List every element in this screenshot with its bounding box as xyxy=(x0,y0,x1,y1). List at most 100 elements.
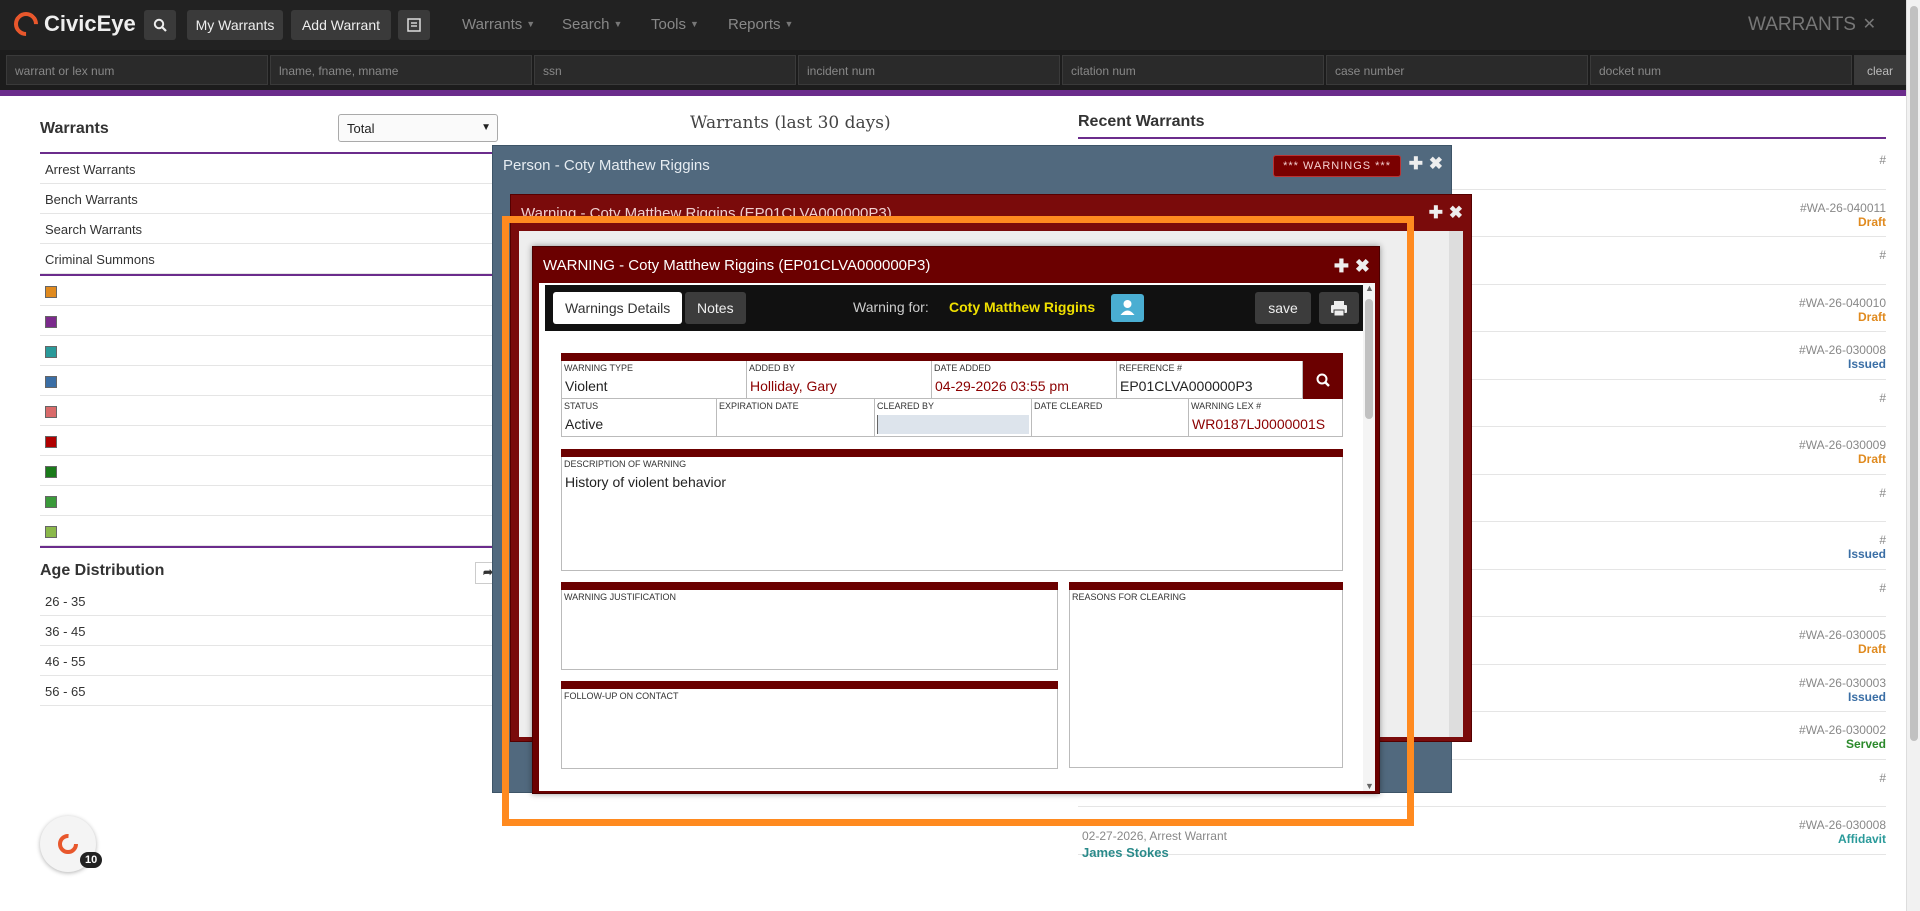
tab-warnings-details[interactable]: Warnings Details xyxy=(553,292,683,324)
recent-warrant-item[interactable]: #WA-26-030005 Draft xyxy=(1799,628,1886,656)
type-row[interactable]: Bench Warrants0 xyxy=(40,184,508,214)
type-row[interactable]: Search Warrants6 xyxy=(40,214,508,244)
warning-type-field[interactable]: WARNING TYPE Violent xyxy=(562,361,747,399)
notification-count-badge: 10 xyxy=(80,852,103,868)
summary-select[interactable]: Total ▼ xyxy=(338,114,498,142)
plus-icon[interactable]: ✚ xyxy=(1334,256,1349,277)
list-button[interactable] xyxy=(398,10,430,40)
cleared-by-input[interactable] xyxy=(877,415,1029,434)
recent-warrant-item[interactable]: # xyxy=(1879,486,1886,500)
type-row[interactable]: Arrest Warrants15 xyxy=(40,154,508,184)
my-warrants-button[interactable]: My Warrants xyxy=(187,10,283,40)
warning-dialog-titlebar[interactable]: WARNING - Coty Matthew Riggins (EP01CLVA… xyxy=(533,247,1379,283)
plus-icon[interactable]: ✚ xyxy=(1409,154,1423,174)
scrollbar[interactable] xyxy=(1449,231,1463,737)
save-button[interactable]: save xyxy=(1255,292,1311,324)
close-icon[interactable]: ✖ xyxy=(1449,203,1463,223)
warrant-number: #WA-26-030005 xyxy=(1799,628,1886,642)
recent-warrant-item[interactable]: #WA-26-040010 Draft xyxy=(1799,296,1886,324)
cleared-by-field[interactable]: CLEARED BY xyxy=(875,399,1032,437)
description-field[interactable]: DESCRIPTION OF WARNING History of violen… xyxy=(561,457,1343,571)
recent-warrant-name[interactable]: James Stokes xyxy=(1082,845,1169,860)
status-row[interactable] xyxy=(40,486,500,516)
search-button[interactable] xyxy=(144,10,176,40)
warnings-badge[interactable]: *** WARNINGS *** xyxy=(1273,155,1401,177)
menu-search[interactable]: Search ▼ xyxy=(562,16,622,33)
recent-warrant-item[interactable]: # xyxy=(1879,391,1886,405)
page-scrollbar[interactable] xyxy=(1906,0,1920,911)
reasons-for-clearing-field[interactable]: REASONS FOR CLEARING xyxy=(1069,590,1343,768)
warning-for-name[interactable]: Coty Matthew Riggins xyxy=(949,299,1095,315)
recent-warrant-item[interactable]: # xyxy=(1879,581,1886,595)
recent-warrant-item[interactable]: #WA-26-030003 Issued xyxy=(1799,676,1886,704)
age-row[interactable]: 46 - 553 xyxy=(40,646,508,676)
incident-num-input[interactable]: incident num xyxy=(798,55,1060,85)
print-button[interactable] xyxy=(1319,292,1359,324)
status-row[interactable] xyxy=(40,456,500,486)
status-field[interactable]: STATUS Active xyxy=(562,399,717,437)
field-label: WARNING LEX # xyxy=(1191,401,1262,411)
field-label: REFERENCE # xyxy=(1119,363,1183,373)
reference-search-button[interactable] xyxy=(1303,361,1343,399)
docket-num-input[interactable]: docket num xyxy=(1590,55,1852,85)
warning-dialog[interactable]: WARNING - Coty Matthew Riggins (EP01CLVA… xyxy=(532,246,1380,794)
dialog-scrollbar[interactable]: ▲ ▼ xyxy=(1363,283,1375,791)
recent-warrant-item[interactable]: # Issued xyxy=(1848,533,1886,561)
status-row[interactable] xyxy=(40,396,500,426)
status-swatch xyxy=(45,436,57,448)
menu-warrants[interactable]: Warrants ▼ xyxy=(462,16,535,33)
recent-warrant-item[interactable]: #WA-26-030008 Affidavit xyxy=(1799,818,1886,846)
close-icon[interactable]: ✕ xyxy=(1863,14,1876,34)
tab-notes[interactable]: Notes xyxy=(685,292,746,324)
menu-tools[interactable]: Tools ▼ xyxy=(651,16,699,33)
type-row[interactable]: Criminal Summons0 xyxy=(40,244,508,274)
date-cleared-field[interactable]: DATE CLEARED xyxy=(1032,399,1189,437)
add-warrant-button[interactable]: Add Warrant xyxy=(291,10,391,40)
scroll-up-icon[interactable]: ▲ xyxy=(1365,283,1374,293)
scrollbar-thumb[interactable] xyxy=(1365,299,1373,419)
age-row[interactable]: 36 - 456 xyxy=(40,616,508,646)
name-input[interactable]: lname, fname, mname xyxy=(270,55,532,85)
module-title: WARRANTS xyxy=(1747,14,1856,35)
warrant-status: Draft xyxy=(1857,642,1886,656)
recent-warrant-item[interactable]: #WA-26-030002 Served xyxy=(1799,723,1886,751)
age-row[interactable]: 26 - 354 xyxy=(40,586,508,616)
plus-icon[interactable]: ✚ xyxy=(1429,203,1443,223)
warning-window-titlebar[interactable]: Warning - Coty Matthew Riggins (EP01CLVA… xyxy=(511,195,1471,231)
close-icon[interactable]: ✖ xyxy=(1429,154,1443,174)
caret-down-icon: ▼ xyxy=(613,19,623,29)
scroll-down-icon[interactable]: ▼ xyxy=(1365,781,1374,791)
date-added-field: DATE ADDED 04-29-2026 03:55 pm xyxy=(932,361,1117,399)
status-row[interactable] xyxy=(40,276,500,306)
recent-warrant-item[interactable]: #WA-26-040011 Draft xyxy=(1800,201,1886,229)
person-window-titlebar[interactable]: Person - Coty Matthew Riggins *** WARNIN… xyxy=(493,146,1451,184)
expiration-date-field[interactable]: EXPIRATION DATE xyxy=(717,399,875,437)
recent-warrant-item[interactable]: # xyxy=(1879,153,1886,167)
status-row[interactable] xyxy=(40,426,500,456)
justification-field[interactable]: WARNING JUSTIFICATION xyxy=(561,590,1058,670)
recent-warrant-item[interactable]: #WA-26-030009 Draft xyxy=(1799,438,1886,466)
status-row[interactable] xyxy=(40,366,500,396)
age-row[interactable]: 56 - 652 xyxy=(40,676,508,706)
person-profile-button[interactable] xyxy=(1111,294,1144,322)
status-row[interactable] xyxy=(40,306,500,336)
clear-button[interactable]: clear xyxy=(1854,55,1906,85)
close-icon[interactable]: ✖ xyxy=(1355,256,1370,277)
ssn-input[interactable]: ssn xyxy=(534,55,796,85)
status-row[interactable] xyxy=(40,336,500,366)
menu-reports[interactable]: Reports ▼ xyxy=(728,16,793,33)
recent-warrant-item[interactable]: #WA-26-030008 Issued xyxy=(1799,343,1886,371)
notifications-button[interactable]: 10 xyxy=(40,816,103,872)
scrollbar-thumb[interactable] xyxy=(1910,6,1918,741)
field-label: ADDED BY xyxy=(749,363,796,373)
field-label: STATUS xyxy=(564,401,599,411)
case-number-input[interactable]: case number xyxy=(1326,55,1588,85)
citation-num-input[interactable]: citation num xyxy=(1062,55,1324,85)
brand[interactable]: CivicEye xyxy=(9,7,136,41)
warrant-num-input[interactable]: warrant or lex num xyxy=(6,55,268,85)
accent-bar xyxy=(0,90,1906,96)
followup-field[interactable]: FOLLOW-UP ON CONTACT xyxy=(561,689,1058,769)
recent-warrant-item[interactable]: # xyxy=(1879,248,1886,262)
status-row[interactable] xyxy=(40,516,500,546)
recent-warrant-item[interactable]: # xyxy=(1879,771,1886,785)
